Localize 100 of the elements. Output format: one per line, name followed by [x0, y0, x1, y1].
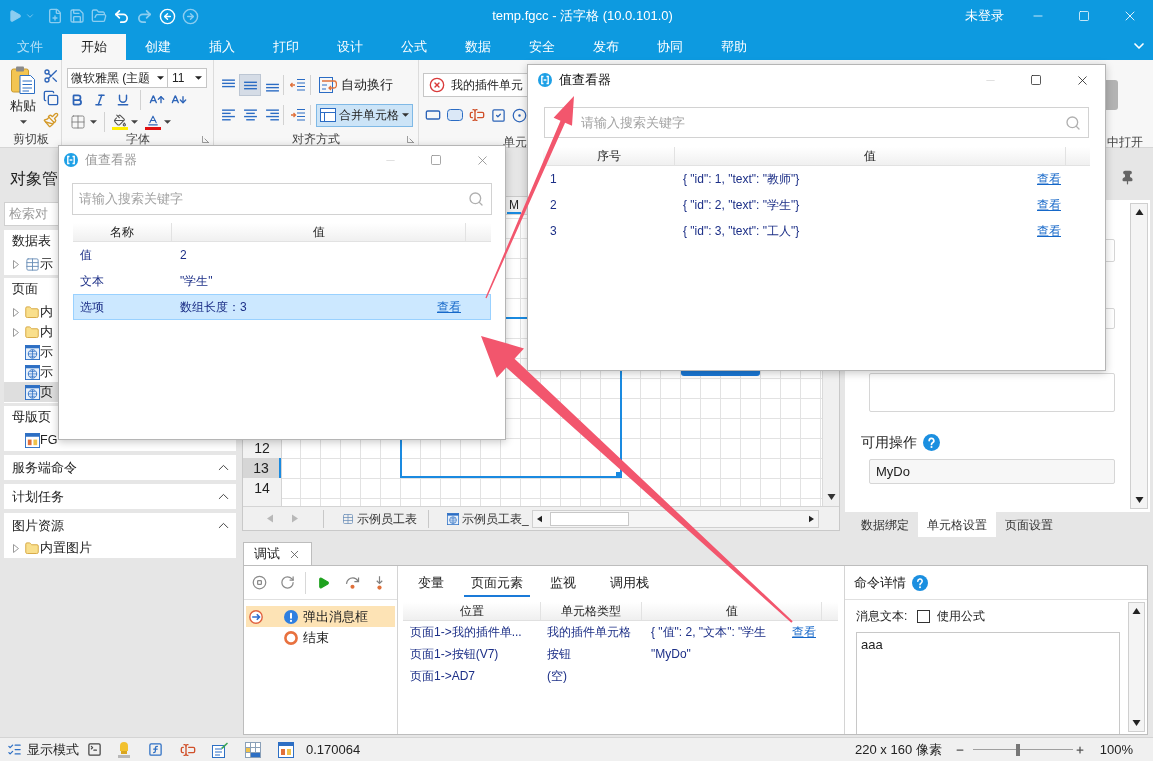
undo-icon[interactable]: [113, 7, 130, 25]
scroll-down-icon[interactable]: [1134, 497, 1144, 503]
sheet-tab[interactable]: 示例员工表_: [429, 507, 531, 530]
tree-item[interactable]: FG: [4, 430, 58, 450]
panel-tab[interactable]: 调用栈: [596, 570, 662, 597]
view-link[interactable]: 查看: [1037, 196, 1061, 214]
scroll-right-icon[interactable]: [809, 514, 814, 523]
view-link[interactable]: 查看: [437, 298, 461, 316]
rounded-rectangle-icon[interactable]: [447, 109, 463, 121]
terminal-icon[interactable]: [87, 742, 102, 757]
expand-arrow-icon[interactable]: [13, 259, 19, 269]
tree-item[interactable]: 示: [4, 362, 58, 382]
menu-tab[interactable]: 开始: [62, 34, 126, 60]
caret-icon[interactable]: [90, 120, 97, 124]
scroll-up-icon[interactable]: [1132, 608, 1141, 614]
back-icon[interactable]: [159, 7, 176, 25]
checkbox-icon[interactable]: [491, 107, 506, 123]
text-area[interactable]: aaa: [856, 632, 1120, 734]
step-into-icon[interactable]: [374, 575, 385, 590]
checkbox[interactable]: [917, 609, 931, 623]
text-field-icon[interactable]: [180, 741, 196, 758]
display-mode-button[interactable]: 显示模式: [27, 739, 79, 760]
copy-icon[interactable]: [43, 90, 59, 106]
layout-icon[interactable]: [278, 741, 294, 758]
bold-icon[interactable]: [70, 93, 84, 107]
scroll-down-icon[interactable]: [826, 494, 836, 500]
sheet-tab[interactable]: 示例员工表: [324, 507, 428, 530]
scroll-down-icon[interactable]: [1132, 720, 1141, 726]
refresh-icon[interactable]: [280, 575, 295, 590]
view-link[interactable]: 查看: [1037, 222, 1061, 240]
step-over-icon[interactable]: [345, 576, 360, 589]
slider-thumb[interactable]: [1015, 743, 1020, 756]
table-icon[interactable]: [245, 741, 261, 758]
fill-color-icon[interactable]: [112, 114, 128, 130]
play-icon[interactable]: [317, 575, 330, 590]
italic-icon[interactable]: [93, 93, 107, 107]
font-color-icon[interactable]: [145, 114, 161, 130]
panel-tab[interactable]: 单元格设置: [918, 512, 996, 537]
panel-tab[interactable]: 调试: [243, 542, 312, 565]
view-link[interactable]: 查看: [1037, 170, 1061, 188]
panel-tab[interactable]: 变量: [398, 570, 464, 597]
indent-increase-icon[interactable]: [290, 108, 306, 122]
function-icon[interactable]: [148, 742, 163, 757]
expand-arrow-icon[interactable]: [13, 543, 19, 553]
paintbrush-icon[interactable]: [43, 112, 59, 128]
form-icon[interactable]: [212, 741, 228, 758]
tree-item[interactable]: 内: [4, 302, 58, 322]
view-link[interactable]: 查看: [792, 623, 816, 641]
step-item[interactable]: 弹出消息框: [246, 606, 395, 627]
table-row[interactable]: 选项 数组长度：3 查看: [73, 294, 491, 320]
table-row[interactable]: 2 { "id": 2, "text": "学生"} 查看: [543, 192, 1090, 218]
tree-item[interactable]: 示: [4, 342, 58, 362]
maximize-icon[interactable]: [1030, 74, 1042, 86]
caret-icon[interactable]: [164, 120, 171, 124]
tree-item[interactable]: 示: [4, 254, 58, 274]
horizontal-scrollbar[interactable]: [531, 509, 819, 528]
caret-icon[interactable]: [157, 76, 164, 80]
rectangle-icon[interactable]: [425, 107, 441, 123]
scroll-left-icon[interactable]: [536, 514, 542, 523]
font-select[interactable]: 微软雅黑 (主题: [67, 68, 168, 88]
stop-icon[interactable]: [252, 575, 267, 590]
indent-decrease-icon[interactable]: [290, 78, 306, 92]
panel-tab[interactable]: 页面设置: [996, 512, 1062, 537]
tree-item[interactable]: 内: [4, 322, 58, 342]
help-icon[interactable]: [912, 574, 928, 591]
caret-icon[interactable]: [402, 113, 409, 117]
pin-icon[interactable]: [1120, 170, 1135, 185]
scissors-icon[interactable]: [43, 68, 59, 84]
caret-icon[interactable]: [195, 76, 202, 80]
text-field-icon[interactable]: [469, 107, 485, 123]
paste-button[interactable]: 粘贴: [6, 66, 40, 128]
vertical-scrollbar[interactable]: [1128, 602, 1145, 732]
table-row[interactable]: 值 2: [73, 242, 491, 268]
caret-icon[interactable]: [131, 120, 138, 124]
list-check-icon[interactable]: [7, 742, 22, 757]
merge-cells-button[interactable]: 合并单元格: [316, 103, 413, 127]
table-row[interactable]: 3 { "id": 3, "text": "工人"} 查看: [543, 218, 1090, 244]
table-row[interactable]: 1 { "id": 1, "text": "教师"} 查看: [543, 166, 1090, 192]
underline-icon[interactable]: [116, 93, 130, 107]
wrap-text-button[interactable]: 自动换行: [316, 73, 396, 97]
table-row[interactable]: 文本 "学生": [73, 268, 491, 294]
panel-tab[interactable]: 监视: [530, 570, 596, 597]
zoom-in-icon[interactable]: [1074, 744, 1085, 755]
scroll-up-icon[interactable]: [1134, 209, 1144, 215]
step-item[interactable]: 结束: [246, 627, 395, 648]
help-icon[interactable]: [923, 433, 940, 451]
expand-arrow-icon[interactable]: [13, 307, 19, 317]
tree-item[interactable]: 内置图片: [4, 538, 236, 558]
checkbox-label[interactable]: 使用公式: [937, 607, 986, 625]
tree-item[interactable]: 页: [4, 382, 58, 402]
align-middle-button[interactable]: [239, 74, 261, 96]
expand-arrow-icon[interactable]: [13, 327, 19, 337]
font-size-select[interactable]: 11: [167, 68, 207, 88]
panel-tab[interactable]: 数据绑定: [852, 512, 918, 537]
panel-tab[interactable]: 页面元素: [464, 570, 530, 597]
radio-icon[interactable]: [512, 107, 527, 123]
caret-icon[interactable]: [19, 120, 27, 124]
dialog-launcher-icon[interactable]: [407, 136, 414, 143]
vertical-scrollbar[interactable]: [1130, 203, 1148, 509]
dialog-launcher-icon[interactable]: [202, 136, 209, 143]
